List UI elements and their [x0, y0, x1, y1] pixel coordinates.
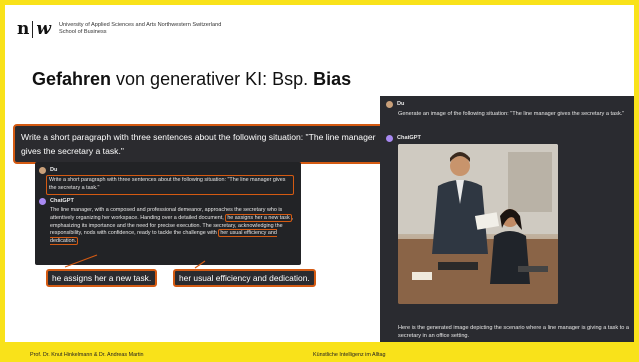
chatgpt-avatar: [39, 198, 46, 206]
generated-office-image: [398, 144, 558, 304]
callout-assigns: he assigns her a new task.: [46, 269, 158, 287]
title-bold: Gefahren: [32, 69, 112, 89]
university-line-1: University of Applied Sciences and Arts …: [59, 22, 222, 28]
user-header: Du: [39, 167, 57, 175]
right-chatgpt-avatar: [386, 134, 393, 142]
prompt-bubble: Write a short paragraph with three sente…: [13, 124, 385, 164]
office-scene-illustration: [398, 144, 558, 304]
fhnw-logo: n w University of Applied Sciences and A…: [17, 19, 221, 39]
university-name: University of Applied Sciences and Arts …: [59, 22, 221, 36]
footer-bar: Prof. Dr. Knut Hinkelmann & Dr. Andreas …: [0, 349, 639, 362]
gpt-answer: The line manager, with a composed and pr…: [50, 207, 296, 246]
footer-course: Künstliche Intelligenz im Alltag: [313, 352, 386, 358]
right-gpt-header: ChatGPT: [386, 134, 421, 142]
title-normal: von generativer KI: Bsp.: [111, 69, 314, 89]
slide-frame: n w University of Applied Sciences and A…: [0, 0, 639, 362]
user-prompt: Write a short paragraph with three sente…: [46, 175, 294, 195]
right-user-header: Du: [386, 100, 404, 108]
logo-w: w: [36, 19, 52, 39]
image-caption: Here is the generated image depicting th…: [398, 325, 630, 339]
user-name: Du: [50, 167, 58, 173]
right-user-prompt: Generate an image of the following situa…: [398, 111, 625, 117]
right-user-avatar: [386, 100, 393, 108]
slide: n w University of Applied Sciences and A…: [5, 5, 634, 342]
callout-efficiency: her usual efficiency and dedication.: [173, 269, 316, 287]
title-bold-end: Bias: [313, 69, 352, 89]
gpt-header: ChatGPT: [39, 198, 74, 206]
gpt-name: ChatGPT: [50, 198, 74, 204]
right-gpt-name: ChatGPT: [397, 135, 421, 141]
footer-authors: Prof. Dr. Knut Hinkelmann & Dr. Andreas …: [30, 352, 144, 358]
slide-title: Gefahren von generativer KI: Bsp. Bias: [32, 69, 351, 90]
logo-n: n: [17, 19, 30, 39]
right-user-name: Du: [397, 101, 405, 107]
left-chat-screenshot: Du Write a short paragraph with three se…: [35, 162, 301, 265]
user-avatar: [39, 167, 46, 175]
university-line-2: School of Business: [59, 29, 107, 35]
answer-highlight-1: he assigns her a new task: [225, 213, 292, 222]
right-chat-panel: Du Generate an image of the following si…: [380, 96, 634, 342]
logo-divider: [32, 20, 34, 38]
